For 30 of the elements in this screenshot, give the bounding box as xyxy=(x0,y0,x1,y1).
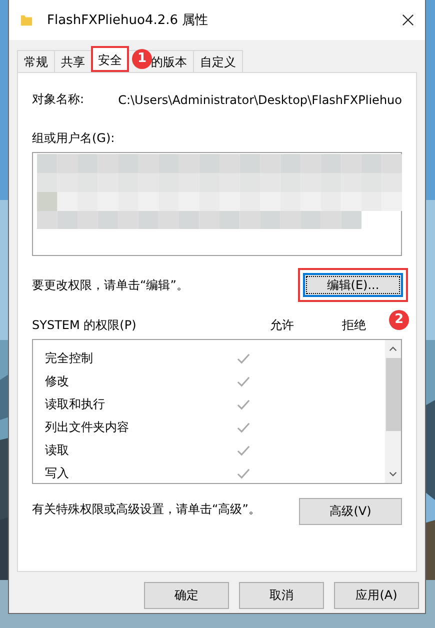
dialog-button[interactable]: 确定 xyxy=(144,582,229,609)
column-header: 允许 xyxy=(270,317,295,334)
close-icon[interactable] xyxy=(402,14,414,26)
tab[interactable]: 自定义 xyxy=(193,50,243,72)
list-label: SYSTEM 的权限(P) xyxy=(32,317,138,334)
permission-name: 列出文件夹内容 xyxy=(45,419,130,436)
dialog-button[interactable]: 取消 xyxy=(239,582,324,609)
number-badge: 2 xyxy=(389,310,409,330)
scrollbar[interactable] xyxy=(385,340,401,483)
permission-name: 读取和执行 xyxy=(45,396,106,413)
permission-name: 读取 xyxy=(45,442,70,459)
column-header: 拒绝 xyxy=(342,317,366,334)
dialog-button[interactable]: 应用(A) xyxy=(334,582,419,609)
permission-name: 完全控制 xyxy=(45,350,94,367)
scroll-up-icon[interactable] xyxy=(389,346,397,352)
list-label: 组或用户名(G): xyxy=(32,130,116,147)
object-path: C:\Users\Administrator\Desktop\FlashFXPliehuo xyxy=(118,92,402,106)
edit-button[interactable]: 编辑(E)... xyxy=(303,273,403,297)
advanced-button[interactable]: 高级(V) xyxy=(299,498,402,525)
hint-text: 有关特殊权限或高级设置，请单击“高级”。 xyxy=(32,501,260,518)
field-label: 对象名称: xyxy=(32,91,86,108)
permission-name: 写入 xyxy=(45,465,70,482)
scroll-thumb[interactable] xyxy=(386,358,400,431)
hint-text: 要更改权限，请单击“编辑”。 xyxy=(32,276,188,294)
window-title: FlashFXPliehuo4.2.6 属性 xyxy=(47,12,210,29)
tab[interactable]: 常规 xyxy=(17,50,55,72)
group-list[interactable] xyxy=(32,152,402,256)
scroll-down-icon[interactable] xyxy=(389,471,397,477)
folder-icon xyxy=(20,13,33,27)
permission-name: 修改 xyxy=(45,373,70,390)
